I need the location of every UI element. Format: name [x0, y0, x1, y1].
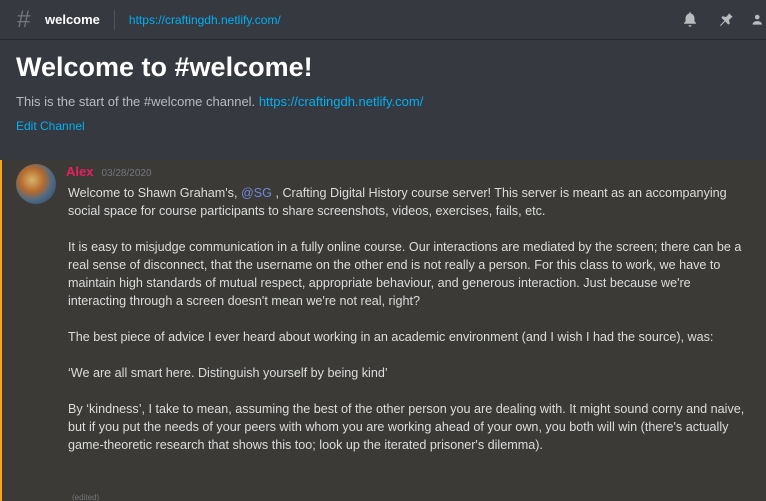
hashtag-icon: #: [17, 5, 31, 33]
welcome-subtitle-text: This is the start of the #welcome channe…: [16, 94, 256, 109]
pin-icon[interactable]: [716, 10, 736, 30]
avatar[interactable]: [16, 164, 56, 204]
message[interactable]: Alex 03/28/2020 Welcome to Shawn Graham'…: [0, 160, 766, 501]
message-body: Welcome to Shawn Graham's, @SG , Craftin…: [68, 184, 748, 472]
message-text: Welcome to Shawn Graham's,: [68, 186, 241, 200]
message-paragraph: It is easy to misjudge communication in …: [68, 240, 742, 308]
header-toolbar: [680, 0, 766, 40]
channel-name: welcome: [45, 12, 100, 27]
bell-icon[interactable]: [680, 10, 700, 30]
edited-label: (edited): [72, 493, 100, 501]
channel-header: # welcome https://craftingdh.netlify.com…: [0, 0, 766, 40]
welcome-title: Welcome to #welcome!: [16, 52, 313, 82]
channel-welcome: Welcome to #welcome! This is the start o…: [16, 50, 423, 135]
header-divider: [113, 9, 115, 30]
message-author[interactable]: Alex: [66, 164, 93, 179]
channel-topic-link[interactable]: https://craftingdh.netlify.com/: [129, 13, 281, 27]
message-header: Alex 03/28/2020: [66, 164, 152, 184]
message-paragraph: ‘We are all smart here. Distinguish your…: [68, 366, 388, 380]
message-paragraph: The best piece of advice I ever heard ab…: [68, 330, 714, 344]
members-icon[interactable]: [752, 10, 766, 30]
message-timestamp: 03/28/2020: [101, 168, 152, 179]
user-mention[interactable]: @SG: [241, 186, 272, 200]
welcome-subtitle-link[interactable]: https://craftingdh.netlify.com/: [259, 94, 424, 109]
message-paragraph: By ‘kindness’, I take to mean, assuming …: [68, 402, 745, 452]
edit-channel-link[interactable]: Edit Channel: [16, 119, 85, 133]
welcome-subtitle: This is the start of the #welcome channe…: [16, 93, 423, 111]
message-paragraph: Welcome to Shawn Graham's, @SG , Craftin…: [68, 184, 748, 220]
